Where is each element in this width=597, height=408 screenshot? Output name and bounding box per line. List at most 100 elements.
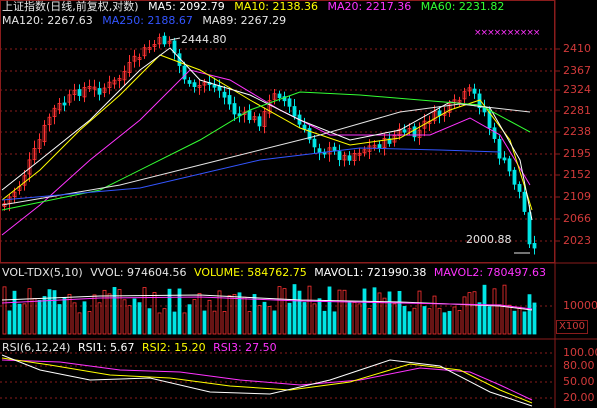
more-options-icon[interactable]: ×××××××××× xyxy=(474,28,540,38)
candle-body xyxy=(192,82,197,88)
volume-bar xyxy=(317,298,322,335)
volume-bar xyxy=(182,312,187,335)
candle-body xyxy=(522,191,527,212)
volume-bar xyxy=(462,296,467,335)
volume-bar xyxy=(422,306,427,335)
volume-bar xyxy=(497,304,502,335)
volume-bar xyxy=(327,286,332,335)
volume-bar xyxy=(352,302,357,335)
volume-bar xyxy=(487,306,492,335)
volume-bar xyxy=(302,302,307,335)
candle-body xyxy=(472,88,477,94)
volume-unit-button[interactable]: X100 xyxy=(556,320,588,334)
volume-bar xyxy=(22,303,27,335)
volume-bar xyxy=(57,304,62,335)
volume-bar xyxy=(297,290,302,335)
volume-bar xyxy=(2,286,7,335)
candle-body xyxy=(97,88,102,95)
volume-bar xyxy=(507,304,512,335)
candle-body xyxy=(402,129,407,133)
ma89-value: MA89: 2267.29 xyxy=(202,14,287,27)
volume-value: VOLUME: 584762.75 xyxy=(194,266,307,279)
volume-bar xyxy=(457,310,462,335)
volume-bar xyxy=(197,293,202,335)
volume-bar xyxy=(87,311,92,335)
low-price-annotation: 2000.88 xyxy=(466,233,512,246)
volume-bar xyxy=(152,292,157,335)
candle-body xyxy=(497,138,502,159)
price-axis-label: 2195 xyxy=(563,147,591,160)
rsi-axis-label: 50.00 xyxy=(563,375,595,388)
volume-bar xyxy=(37,300,42,335)
rsi1-value: RSI1: 5.67 xyxy=(77,341,135,354)
volume-bar xyxy=(77,312,82,335)
rsi-axis-label: 100.00 xyxy=(563,346,597,359)
volume-bar xyxy=(257,305,262,335)
price-axis-label: 2238 xyxy=(563,125,591,138)
volume-bar xyxy=(332,311,337,335)
candle-body xyxy=(492,127,497,139)
volume-bar xyxy=(312,303,317,335)
volume-bar xyxy=(357,303,362,335)
volume-bar xyxy=(252,294,257,335)
rsi-indicator-header: RSI(6,12,24) RSI1: 5.67 RSI2: 15.20 RSI3… xyxy=(2,341,283,355)
volume-bar xyxy=(427,308,432,335)
volume-bar xyxy=(412,307,417,335)
volume-bar xyxy=(322,310,327,335)
volume-bar xyxy=(162,308,167,335)
mavol1-line xyxy=(1,294,533,311)
candle-body xyxy=(532,243,537,249)
volume-bar xyxy=(62,297,67,335)
volume-bar xyxy=(127,305,132,335)
volume-bar xyxy=(367,308,372,335)
volume-bar xyxy=(472,291,477,335)
volume-bar xyxy=(287,302,292,335)
candle-body xyxy=(317,148,322,153)
ma10-value: MA10: 2138.36 xyxy=(234,0,318,13)
volume-bar xyxy=(262,301,267,335)
volume-bar xyxy=(377,292,382,335)
volume-bar xyxy=(402,305,407,335)
ma120-value: MA120: 2267.63 xyxy=(2,14,93,27)
volume-bar xyxy=(417,290,422,335)
candle-body xyxy=(292,106,297,117)
candle-body xyxy=(227,95,232,105)
volume-bar xyxy=(482,284,487,335)
rsi-axis-label: 80.00 xyxy=(563,359,595,372)
volume-bar xyxy=(517,306,522,335)
candle-body xyxy=(257,116,262,127)
volume-bar xyxy=(337,289,342,335)
candle-body xyxy=(187,80,192,84)
price-axis-label: 2152 xyxy=(563,168,591,181)
candle-body xyxy=(222,91,227,98)
candle-body xyxy=(377,144,382,149)
volume-bar xyxy=(362,288,367,335)
candle-body xyxy=(247,110,252,120)
volume-bar xyxy=(397,290,402,335)
candle-body xyxy=(512,169,517,185)
volume-axis-label: 10000 xyxy=(563,299,597,312)
candle-body xyxy=(62,102,67,106)
candle-body xyxy=(337,151,342,161)
main-indicator-header-line2: MA120: 2267.63 MA250: 2188.67 MA89: 2267… xyxy=(2,14,292,28)
candle-body xyxy=(347,155,352,161)
volume-bar xyxy=(17,303,22,335)
volume-bar xyxy=(72,302,77,335)
volume-bar xyxy=(212,310,217,335)
price-axis-label: 2281 xyxy=(563,104,591,117)
candle-body xyxy=(502,157,507,161)
volume-bar xyxy=(392,303,397,335)
volume-bar xyxy=(137,302,142,335)
volume-bar xyxy=(442,312,447,335)
volume-bar xyxy=(97,302,102,335)
ma60-value: MA60: 2231.82 xyxy=(420,0,505,13)
volume-bar xyxy=(452,306,457,335)
candle-body xyxy=(277,93,282,99)
rsi2-value: RSI2: 15.20 xyxy=(142,341,206,354)
volume-bar xyxy=(112,287,117,335)
volume-bar xyxy=(502,284,507,335)
volume-bar xyxy=(232,294,237,335)
high-price-annotation: 2444.80 xyxy=(181,33,227,46)
volume-bar xyxy=(227,295,232,335)
vol-title: VOL-TDX(5,10) xyxy=(2,266,83,279)
